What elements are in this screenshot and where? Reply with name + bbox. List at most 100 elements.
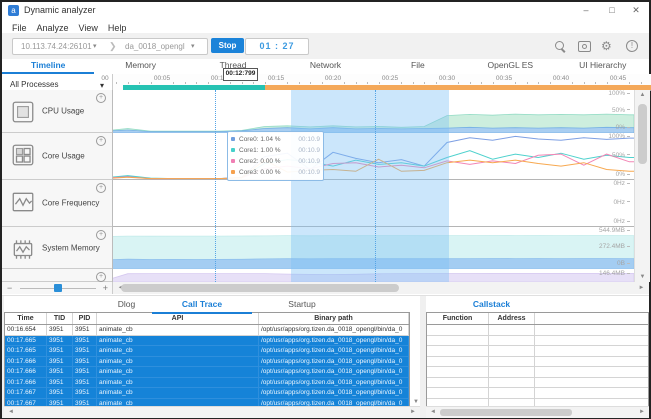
call-trace-row[interactable]: 00:17.66539513951animate_cb/opt/usr/apps… (5, 346, 409, 357)
ruler-tick (265, 82, 266, 84)
call-trace-pane: TimeTIDPIDAPIBinary path00:16.6543951395… (4, 296, 420, 418)
callstack-row[interactable] (427, 378, 648, 389)
cell: /opt/usr/apps/org.tizen.da_0018_opengl/b… (259, 336, 409, 346)
settings-icon[interactable]: ⚙ (601, 39, 615, 53)
sidebar-row-partial-row[interactable]: + (2, 269, 112, 282)
device-selector[interactable]: 10.113.74.24:26101 ▾ ❯ da_0018_opengl ▾ (12, 38, 208, 55)
selection-region[interactable] (291, 90, 449, 282)
zoom-slider[interactable]: − + (2, 282, 113, 294)
callstack-row[interactable] (427, 336, 648, 347)
frequency-icon (10, 189, 36, 215)
axis-label: 100% (608, 90, 630, 97)
vertical-scroll-thumb[interactable] (638, 104, 647, 164)
scroll-up-icon[interactable]: ▲ (635, 92, 650, 98)
column-header-tid[interactable]: TID (47, 313, 73, 324)
cell: 3951 (47, 325, 73, 335)
ruler-tick (139, 82, 140, 84)
scroll-right-icon[interactable]: ► (634, 285, 649, 291)
scroll-left-icon[interactable]: ◄ (6, 409, 16, 415)
sidebar-row-core-usage[interactable]: Core Usage+ (2, 133, 112, 180)
app-dropdown-icon[interactable]: ▾ (191, 39, 195, 54)
call-trace-row[interactable]: 00:17.66539513951animate_cb/opt/usr/apps… (5, 336, 409, 347)
column-header-pid[interactable]: PID (73, 313, 97, 324)
column-header-api[interactable]: API (97, 313, 259, 324)
device-dropdown-icon[interactable]: ▾ (93, 39, 97, 54)
zoom-in-icon[interactable]: + (96, 230, 106, 240)
cell: 3951 (73, 336, 97, 346)
screenshot-icon[interactable] (577, 39, 591, 53)
tab-memory[interactable]: Memory (94, 59, 186, 74)
callstack-header-row: FunctionAddressBinary path (427, 313, 648, 325)
chart-sidebar: CPU Usage+Core Usage+Core Frequency+Syst… (2, 90, 113, 282)
column-header-function[interactable]: Function (427, 313, 489, 324)
tab-dlog[interactable]: Dlog (99, 298, 154, 312)
zoom-out-minus[interactable]: − (7, 282, 12, 294)
process-filter-dropdown[interactable]: All Processes ▾ (2, 74, 113, 91)
close-icon[interactable]: ✕ (625, 4, 647, 16)
column-header-binary-path[interactable]: Binary path (259, 313, 409, 324)
zoom-in-icon[interactable]: + (96, 272, 106, 282)
ruler-label: 00 (101, 75, 108, 82)
horizontal-scroll-thumb[interactable] (121, 284, 399, 292)
callstack-row[interactable] (427, 388, 648, 399)
cell (489, 336, 535, 346)
zoom-in-icon[interactable]: + (96, 93, 106, 103)
callstack-scroll-thumb[interactable] (440, 409, 572, 416)
call-trace-row[interactable]: 00:17.66739513951animate_cb/opt/usr/apps… (5, 388, 409, 399)
chart-horizontal-scrollbar[interactable]: ◄ ► (113, 282, 649, 294)
column-header-address[interactable]: Address (489, 313, 535, 324)
tab-network[interactable]: Network (279, 59, 371, 74)
callstack-row[interactable] (427, 367, 648, 378)
tab-ui-hierarchy[interactable]: UI Hierarchy (557, 59, 649, 74)
app-name[interactable]: da_0018_opengl (125, 39, 185, 54)
callstack-hscrollbar[interactable]: ◄ ► (426, 406, 649, 418)
tab-call-trace[interactable]: Call Trace (152, 298, 252, 314)
callstack-row[interactable] (427, 325, 648, 336)
call-trace-table[interactable]: TimeTIDPIDAPIBinary path00:16.6543951395… (4, 312, 410, 409)
zoom-in-icon[interactable]: + (96, 136, 106, 146)
sidebar-row-core-frequency[interactable]: Core Frequency+ (2, 180, 112, 227)
tooltip-time: 00:10.9 (298, 167, 320, 178)
callstack-table[interactable]: FunctionAddressBinary path (426, 312, 649, 409)
column-header-time[interactable]: Time (5, 313, 47, 324)
callstack-row[interactable] (427, 357, 648, 368)
stop-button[interactable]: Stop (211, 38, 244, 53)
tab-opengl-es[interactable]: OpenGL ES (464, 59, 556, 74)
cell: 00:17.665 (5, 336, 47, 346)
maximize-icon[interactable]: □ (601, 4, 623, 16)
tab-timeline[interactable]: Timeline (2, 59, 94, 74)
ruler-tick (128, 82, 129, 84)
tab-file[interactable]: File (372, 59, 464, 74)
scroll-down-icon[interactable]: ▼ (635, 274, 650, 280)
zoom-slider-handle[interactable] (54, 284, 62, 292)
tooltip-time: 00:10.9 (298, 156, 320, 167)
table-scroll-down-icon[interactable]: ▼ (413, 399, 419, 405)
chart-area[interactable]: 100%50%0%100%50%0%0Hz0Hz0Hz544.9MB272.4M… (113, 90, 634, 282)
zoom-in-plus[interactable]: + (103, 282, 108, 294)
sidebar-row-cpu-usage[interactable]: CPU Usage+ (2, 90, 112, 133)
scroll-right-icon[interactable]: ► (637, 409, 647, 415)
scroll-left-icon[interactable]: ◄ (428, 409, 438, 415)
device-address[interactable]: 10.113.74.24:26101 (21, 39, 92, 54)
ruler-label: 00:25 (382, 75, 398, 82)
callstack-row[interactable] (427, 346, 648, 357)
ruler-tick (595, 82, 596, 84)
call-trace-row[interactable]: 00:16.65439513951animate_cb/opt/usr/apps… (5, 325, 409, 336)
call-trace-row[interactable]: 00:17.66639513951animate_cb/opt/usr/apps… (5, 378, 409, 389)
call-trace-row[interactable]: 00:17.66639513951animate_cb/opt/usr/apps… (5, 357, 409, 368)
current-time-marker[interactable]: 00:12:799 (223, 68, 258, 81)
info-icon[interactable]: ! (625, 39, 639, 53)
window-title: Dynamic analyzer (24, 5, 96, 15)
tab-startup[interactable]: Startup (266, 298, 338, 312)
search-icon[interactable] (553, 39, 567, 53)
call-trace-header-row: TimeTIDPIDAPIBinary path (5, 313, 409, 325)
timeline-ruler[interactable]: 0000:0500:1000:1500:2000:2500:3000:3500:… (113, 74, 651, 91)
sidebar-row-system-memory[interactable]: System Memory+ (2, 227, 112, 269)
minimize-icon[interactable]: – (575, 4, 597, 16)
zoom-in-icon[interactable]: + (96, 183, 106, 193)
column-header-binary-path[interactable]: Binary path (535, 313, 649, 324)
call-trace-hscrollbar[interactable]: ◄ ► (4, 406, 420, 418)
chart-vertical-scrollbar[interactable]: ▲ ▼ (634, 90, 650, 282)
scroll-right-icon[interactable]: ► (408, 409, 418, 415)
call-trace-row[interactable]: 00:17.66639513951animate_cb/opt/usr/apps… (5, 367, 409, 378)
